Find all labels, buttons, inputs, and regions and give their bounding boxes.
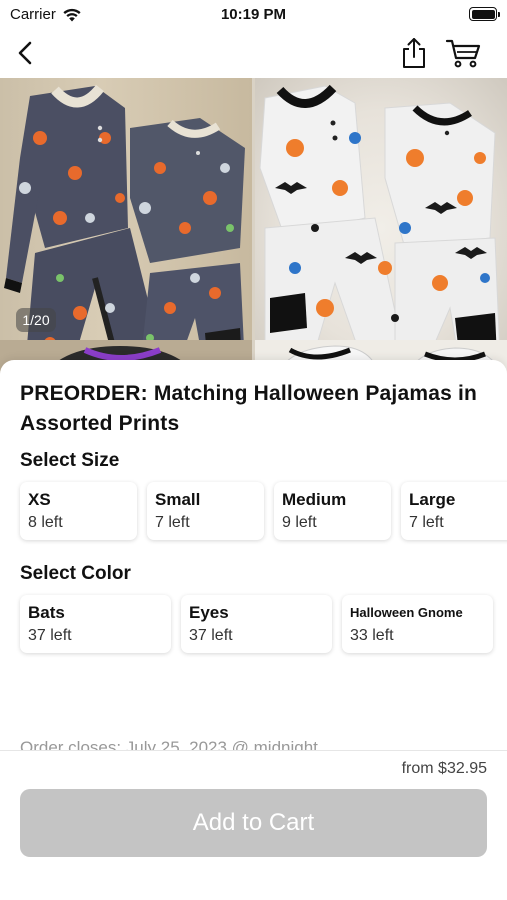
chevron-left-icon[interactable] — [12, 38, 42, 68]
product-details-sheet: PREORDER: Matching Halloween Pajamas in … — [0, 360, 507, 750]
color-option-eyes[interactable]: Eyes 37 left — [181, 595, 332, 653]
image-counter-badge: 1/20 — [16, 308, 56, 332]
nav-bar — [0, 30, 507, 78]
color-section-label: Select Color — [20, 563, 131, 584]
purchase-footer: from $32.95 Add to Cart — [0, 750, 507, 900]
option-name: Bats — [28, 603, 65, 622]
size-option-small[interactable]: Small 7 left — [147, 482, 264, 540]
share-icon[interactable] — [400, 36, 428, 70]
option-stock: 8 left — [28, 514, 63, 531]
option-stock: 9 left — [282, 514, 317, 531]
order-closes-text: Order closes: July 25, 2023 @ midnight — [20, 738, 318, 750]
pajama-set-dark-image — [4, 84, 245, 375]
option-stock: 37 left — [189, 627, 233, 644]
product-title: PREORDER: Matching Halloween Pajamas in … — [20, 382, 478, 435]
size-option-medium[interactable]: Medium 9 left — [274, 482, 391, 540]
color-option-bats[interactable]: Bats 37 left — [20, 595, 171, 653]
option-name: Halloween Gnome — [350, 605, 463, 620]
status-time: 10:19 PM — [220, 6, 287, 23]
color-option-halloween-gnome[interactable]: Halloween Gnome 33 left — [342, 595, 493, 653]
option-name: XS — [28, 490, 51, 509]
battery-icon — [469, 7, 500, 21]
add-to-cart-button[interactable]: Add to Cart — [20, 789, 487, 857]
option-stock: 7 left — [409, 514, 444, 531]
option-name: Large — [409, 490, 456, 509]
size-option-xs[interactable]: XS 8 left — [20, 482, 137, 540]
option-stock: 37 left — [28, 627, 72, 644]
color-options: Bats 37 left Eyes 37 left Halloween Gnom… — [20, 595, 493, 653]
option-name: Small — [155, 490, 201, 509]
product-photo[interactable] — [0, 78, 252, 378]
option-name: Eyes — [189, 603, 229, 622]
size-options: XS 8 left Small 7 left Medium 9 left Lar… — [20, 482, 507, 540]
price-label: from $32.95 — [401, 760, 487, 777]
size-section-label: Select Size — [20, 450, 120, 471]
pajama-set-light-image — [259, 84, 501, 369]
product-photo[interactable] — [255, 78, 507, 378]
product-image-gallery[interactable]: 1/20 — [0, 78, 507, 378]
option-stock: 33 left — [350, 627, 394, 644]
option-stock: 7 left — [155, 514, 190, 531]
size-option-large[interactable]: Large 7 left — [401, 482, 507, 540]
status-bar: Carrier 10:19 PM — [0, 0, 507, 30]
option-name: Medium — [282, 490, 347, 509]
cart-icon[interactable] — [445, 38, 481, 68]
